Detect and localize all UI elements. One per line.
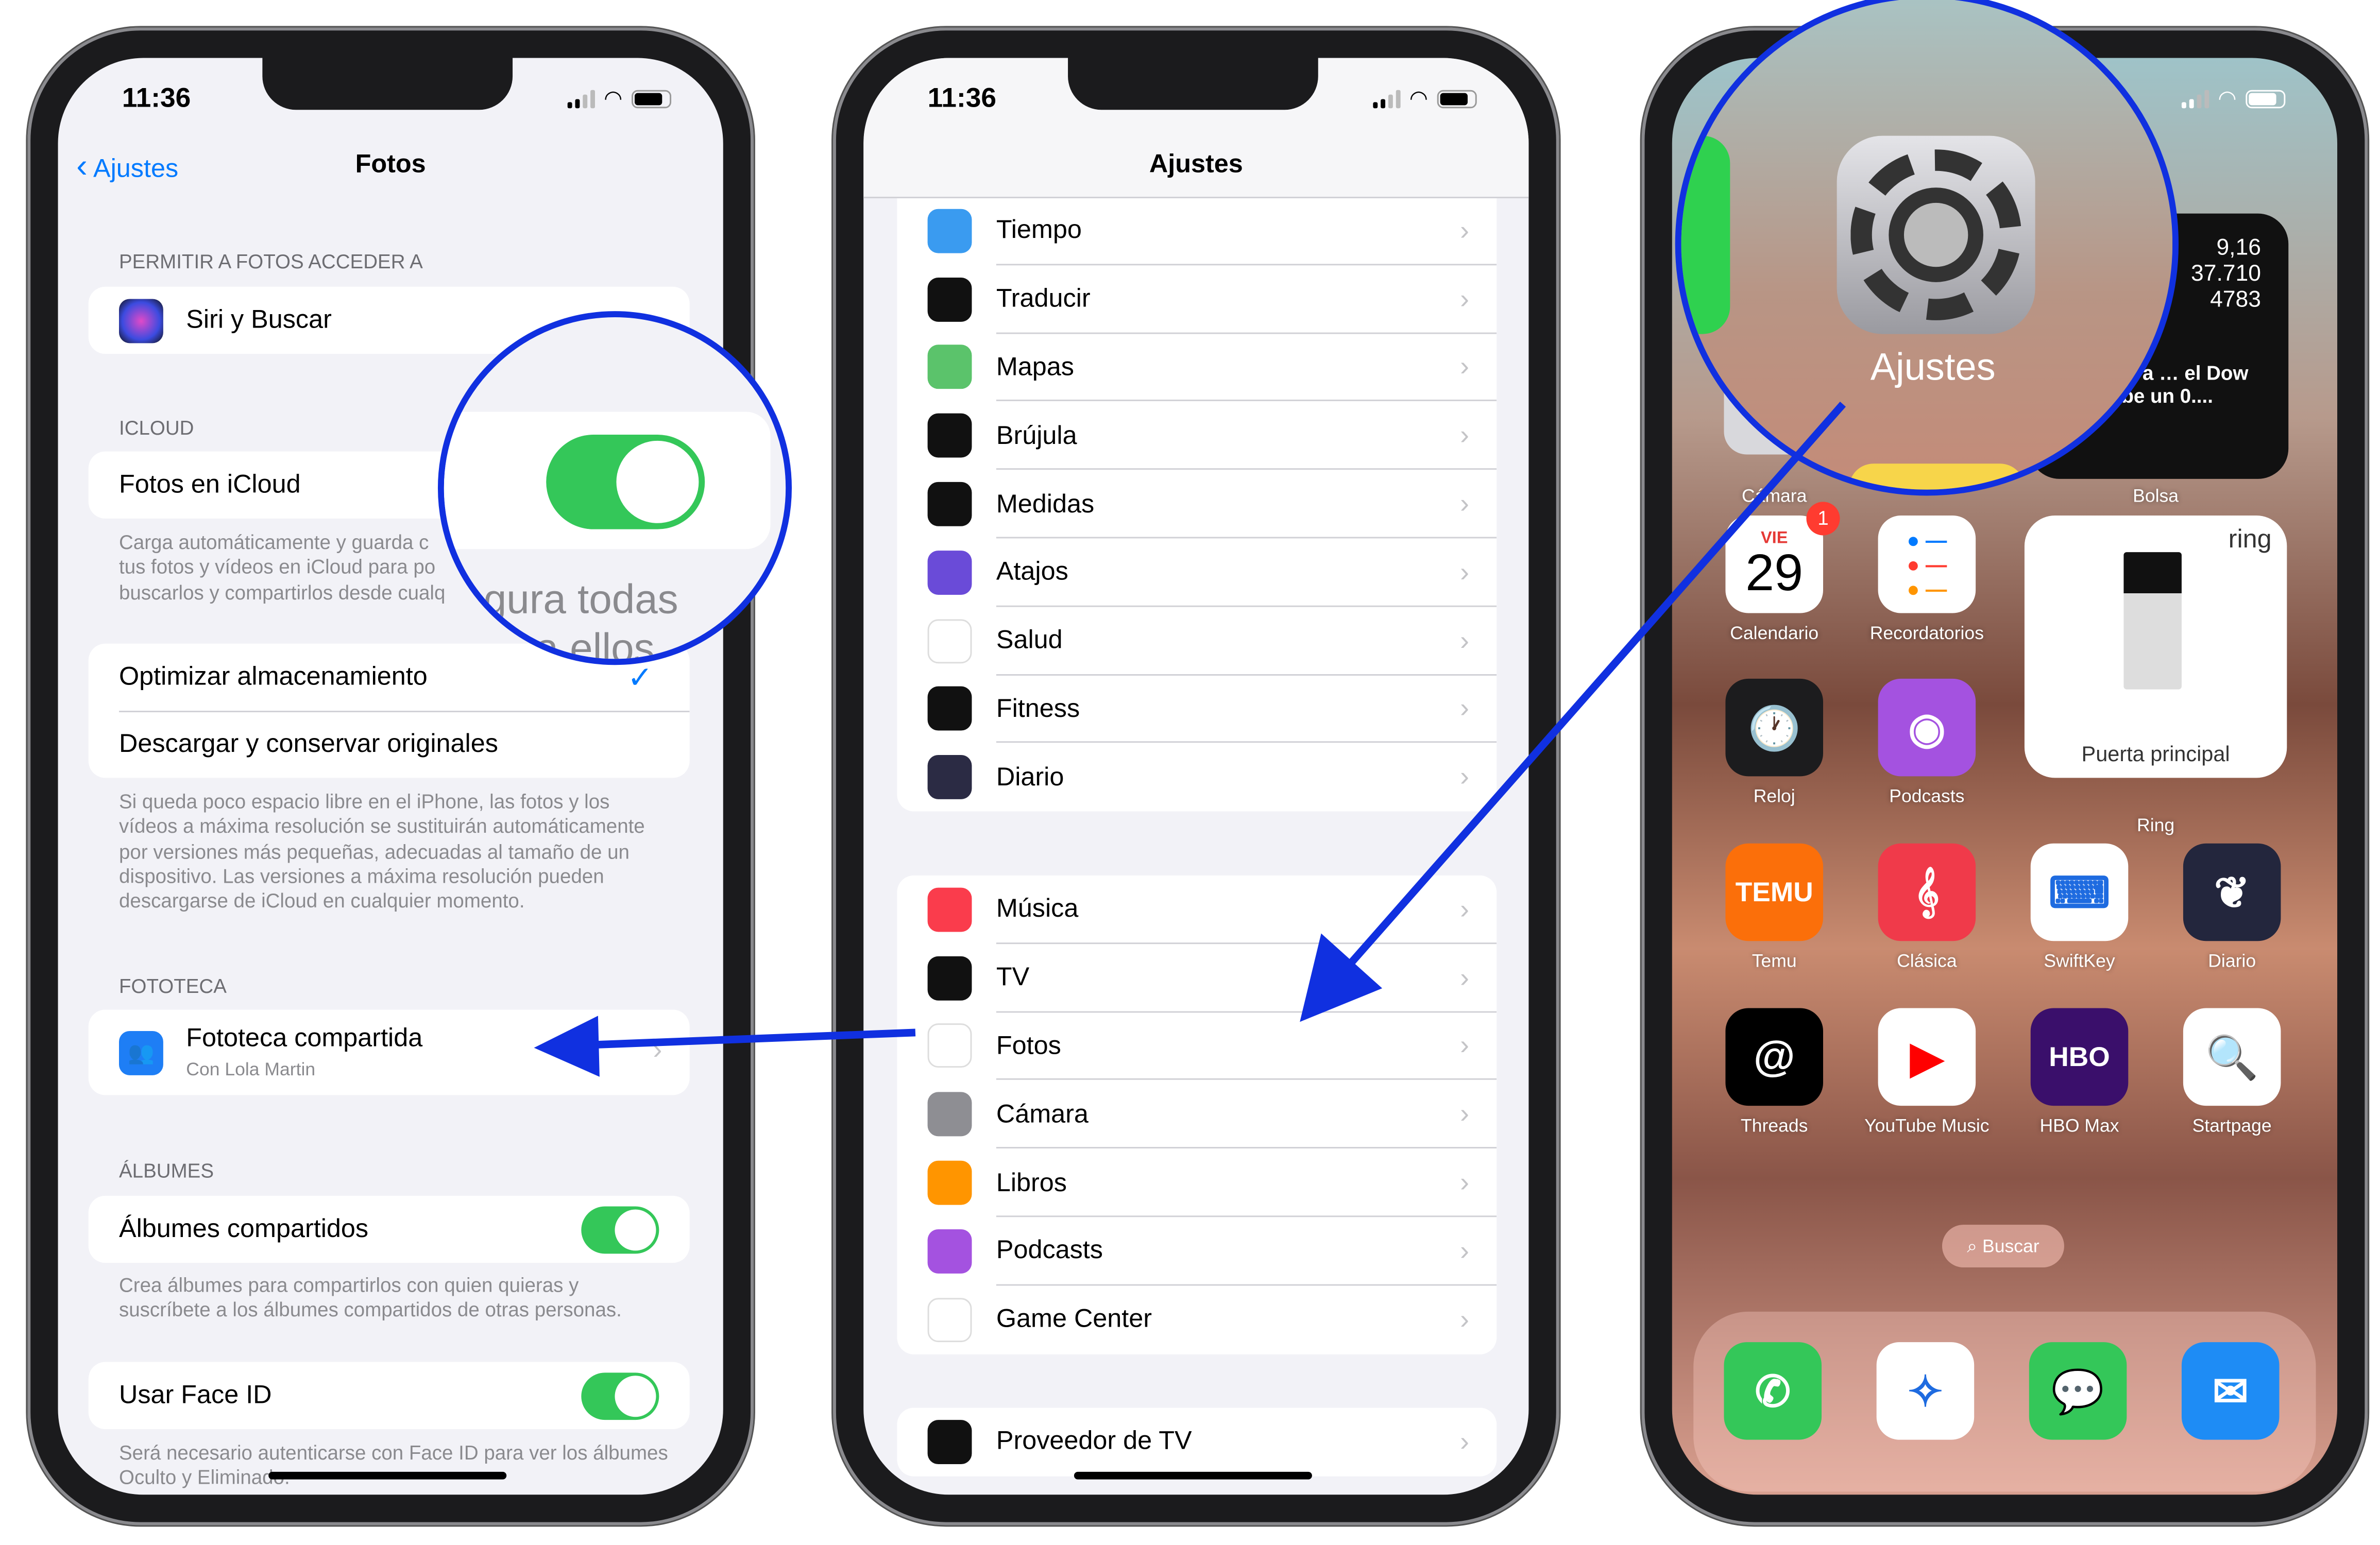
stage: 11:36 ◠ ‹ Ajustes Fotos PERMITIR A FOTOS… xyxy=(0,0,2380,1545)
arrow-to-settings-photos xyxy=(1300,401,1846,1022)
arrow-to-shared-library xyxy=(534,1016,916,1077)
annotation-arrows xyxy=(534,401,1846,1077)
